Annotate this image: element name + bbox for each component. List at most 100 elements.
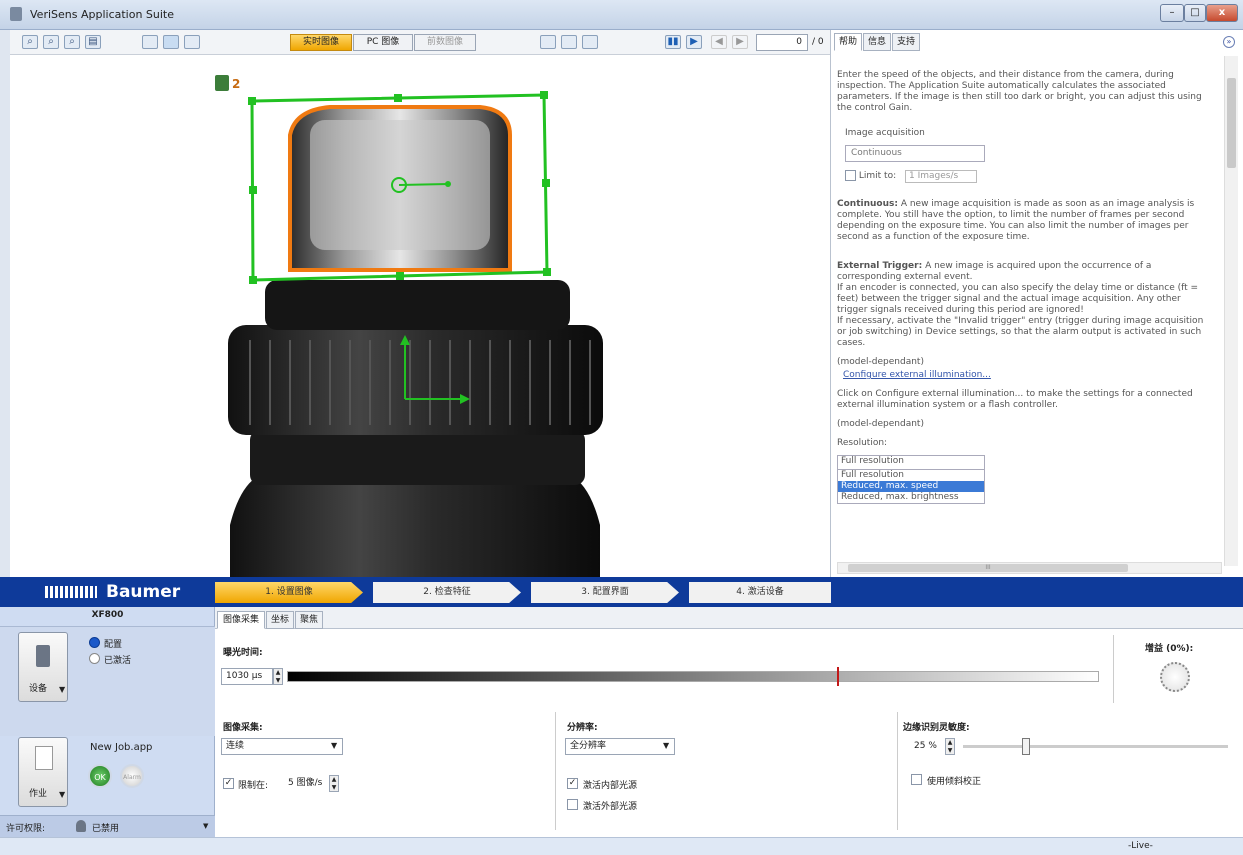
- device-name: XF800: [91, 610, 124, 620]
- exposure-slider[interactable]: [287, 671, 1099, 682]
- maximize-button[interactable]: □: [1184, 4, 1206, 22]
- device-button[interactable]: 设备 ▼: [18, 632, 68, 702]
- collapse-panel-icon[interactable]: »: [1223, 36, 1235, 48]
- device-panel: XF800 设备 ▼ 配置 已激活 作业 ▼ New Job.app OK Al…: [0, 607, 215, 837]
- step-setup-image[interactable]: 1. 设置图像: [215, 582, 363, 603]
- license-value[interactable]: 已禁用: [92, 821, 119, 834]
- help-image-acq-select[interactable]: Continuous: [845, 145, 985, 162]
- save-all-icon[interactable]: [582, 35, 598, 49]
- title-bar: VeriSens Application Suite – □ x: [0, 0, 1243, 30]
- help-limit-field[interactable]: 1 Images/s: [905, 170, 977, 183]
- tab-info[interactable]: 信息: [863, 33, 891, 51]
- roi-tool-icon[interactable]: [142, 35, 158, 49]
- config-text: Click on Configure external illumination…: [837, 389, 1193, 410]
- scroll-thumb-h[interactable]: III: [848, 564, 1128, 572]
- limit-input[interactable]: 5 图像/s: [283, 775, 327, 792]
- acq-label: 图像采集:: [223, 723, 263, 733]
- continuous-title: Continuous:: [837, 199, 898, 209]
- tilt-correction-checkbox[interactable]: [911, 774, 922, 785]
- edge-slider[interactable]: [963, 738, 1228, 755]
- exposure-slider-marker[interactable]: [837, 667, 839, 686]
- live-image-button[interactable]: 实时图像: [290, 34, 352, 51]
- step-check-features[interactable]: 2. 检查特征: [373, 582, 521, 603]
- help-limit-row: Limit to: 1 Images/s: [837, 170, 1212, 183]
- license-label: 许可权限:: [6, 824, 46, 834]
- radio-active[interactable]: [89, 653, 100, 664]
- edge-stepper[interactable]: ▲ ▼: [945, 738, 955, 755]
- status-bar: -Live-: [0, 837, 1243, 855]
- select-tool-icon[interactable]: [163, 35, 179, 49]
- brand-name: Baumer: [106, 582, 181, 602]
- zoom-in-icon[interactable]: ⌕: [43, 35, 59, 49]
- ext-trigger-text3: If necessary, activate the "Invalid trig…: [837, 316, 1204, 348]
- settings-panel: 图像采集 坐标 聚焦 曝光时间: 1030 μs ▲ ▼ 增益 (0%): 图像采…: [215, 607, 1243, 837]
- radio-config[interactable]: [89, 637, 100, 648]
- divider: [555, 712, 556, 830]
- image-icon[interactable]: [540, 35, 556, 49]
- tab-support[interactable]: 支持: [892, 33, 920, 51]
- chevron-down-icon[interactable]: ▼: [331, 741, 337, 750]
- resolution-option[interactable]: Full resolution: [838, 470, 984, 481]
- window-title: VeriSens Application Suite: [30, 8, 175, 21]
- limit-stepper[interactable]: ▲ ▼: [329, 775, 339, 792]
- device-icon: [36, 645, 50, 667]
- step-forward-icon[interactable]: ▶: [732, 35, 748, 49]
- pause-icon[interactable]: ▮▮: [665, 35, 681, 49]
- minimize-button[interactable]: –: [1160, 4, 1184, 22]
- edge-input[interactable]: 25 %: [909, 738, 945, 755]
- chevron-down-icon: ▼: [59, 685, 66, 694]
- help-text: Enter the speed of the objects, and thei…: [837, 70, 1212, 504]
- saved-image-button[interactable]: 前数图像: [414, 34, 476, 51]
- save-icon[interactable]: [561, 35, 577, 49]
- tab-coordinates[interactable]: 坐标: [266, 611, 294, 629]
- zoom-out-icon[interactable]: ⌕: [22, 35, 38, 49]
- chevron-down-icon[interactable]: ▼: [203, 822, 208, 830]
- close-button[interactable]: x: [1206, 4, 1238, 22]
- exposure-stepper[interactable]: ▲ ▼: [273, 668, 283, 685]
- ext-trigger-text2: If an encoder is connected, you can also…: [837, 283, 1199, 315]
- step-configure-interface[interactable]: 3. 配置界面: [531, 582, 679, 603]
- help-resolution-select[interactable]: Full resolution: [837, 455, 985, 470]
- tab-focus[interactable]: 聚焦: [295, 611, 323, 629]
- resolution-option[interactable]: Reduced, max. brightness: [838, 492, 984, 503]
- user-icon: [76, 820, 86, 832]
- pc-image-button[interactable]: PC 图像: [353, 34, 413, 51]
- chevron-down-icon: ▼: [59, 790, 66, 799]
- license-bar: 许可权限: 已禁用 ▼: [0, 815, 215, 837]
- external-light-label: 激活外部光源: [583, 802, 638, 812]
- configure-illumination-link[interactable]: Configure external illumination...: [837, 370, 1212, 381]
- job-button[interactable]: 作业 ▼: [18, 737, 68, 807]
- resolution-select[interactable]: 全分辨率: [565, 738, 675, 755]
- limit-label: 限制在:: [238, 781, 269, 791]
- chevron-down-icon[interactable]: ▼: [663, 741, 669, 750]
- exposure-input[interactable]: 1030 μs: [221, 668, 273, 685]
- resolution-option[interactable]: Reduced, max. speed: [838, 481, 984, 492]
- play-icon[interactable]: ▶: [686, 35, 702, 49]
- scroll-thumb[interactable]: [1227, 78, 1236, 168]
- help-limit-checkbox[interactable]: [845, 170, 856, 181]
- model-dependant-1: (model-dependant): [837, 357, 924, 367]
- save-image-icon[interactable]: ▤: [85, 35, 101, 49]
- zoom-fit-icon[interactable]: ⌕: [64, 35, 80, 49]
- camera-image-view[interactable]: 2: [10, 55, 830, 577]
- tab-image-acquisition[interactable]: 图像采集: [217, 611, 265, 629]
- acq-select[interactable]: 连续: [221, 738, 343, 755]
- tab-help[interactable]: 帮助: [834, 33, 862, 51]
- edge-label: 边缘识别灵敏度:: [903, 723, 970, 733]
- step-back-icon[interactable]: ◀: [711, 35, 727, 49]
- ext-trigger-title: External Trigger:: [837, 261, 923, 271]
- user-tool-icon[interactable]: [184, 35, 200, 49]
- internal-light-checkbox[interactable]: ✓: [567, 778, 578, 789]
- external-light-checkbox[interactable]: [567, 799, 578, 810]
- step-activate-device[interactable]: 4. 激活设备: [689, 582, 831, 603]
- help-vertical-scrollbar[interactable]: [1224, 56, 1238, 566]
- limit-checkbox[interactable]: ✓: [223, 778, 234, 789]
- document-icon: [35, 746, 53, 770]
- edge-slider-thumb[interactable]: [1022, 738, 1030, 755]
- help-panel: 帮助 信息 支持 » Enter the speed of the object…: [830, 30, 1243, 577]
- roi-tag-icon[interactable]: [215, 75, 229, 91]
- gain-knob-icon[interactable]: [1160, 662, 1190, 692]
- help-horizontal-scrollbar[interactable]: III: [837, 562, 1222, 574]
- frame-input[interactable]: 0: [756, 34, 808, 51]
- camera-image[interactable]: [10, 55, 830, 577]
